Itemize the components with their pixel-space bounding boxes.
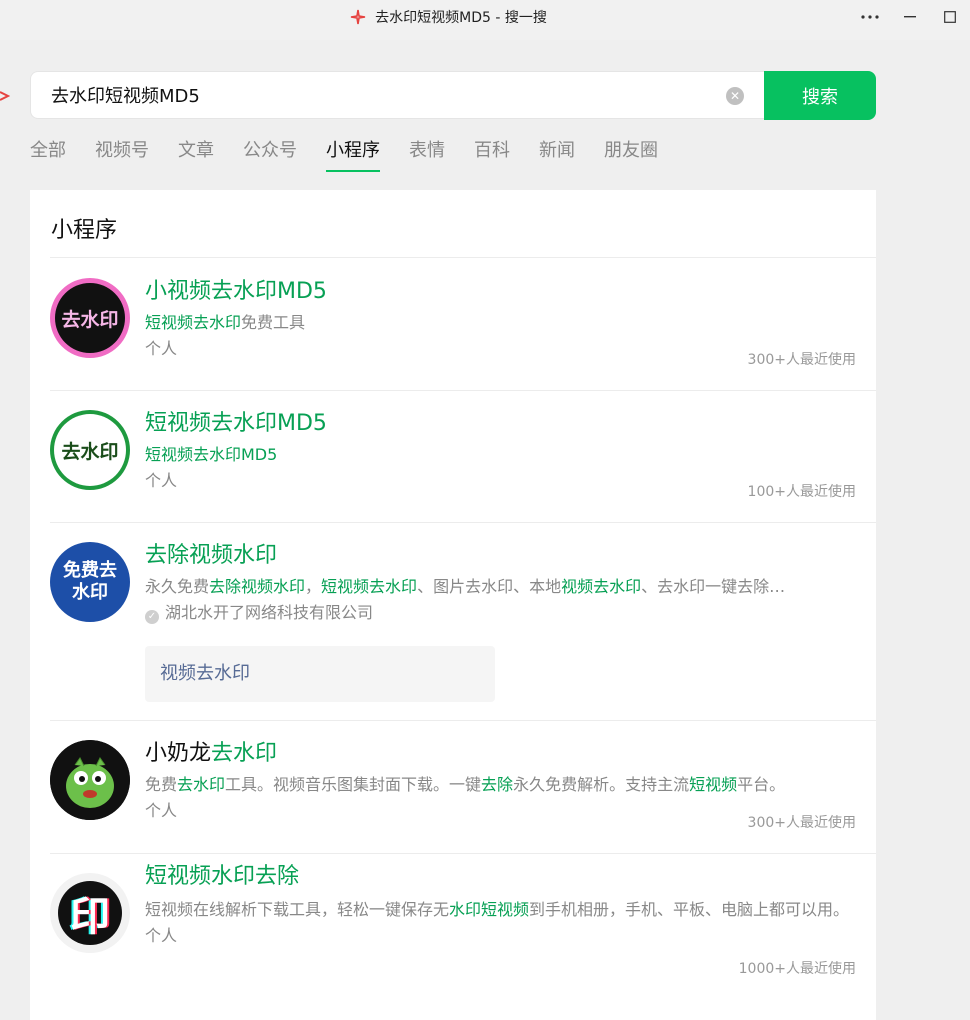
tab-channels[interactable]: 视频号 xyxy=(95,130,149,172)
section-title: 小程序 xyxy=(51,218,118,243)
title-highlight: 去除视频水印 xyxy=(145,543,278,568)
avatar: 印 xyxy=(50,873,130,953)
item-desc: 短视频去水印免费工具 xyxy=(145,310,856,336)
sub-service-link[interactable]: 视频去水印 xyxy=(145,646,495,702)
result-item[interactable]: 印 短视频水印去除 短视频在线解析下载工具，轻松一键保存无水印短视频到手机相册，… xyxy=(50,853,876,1013)
item-title: 小奶龙去水印 xyxy=(145,738,856,770)
avatar: 去水印 xyxy=(50,410,130,490)
title-highlight: 小视频去水印MD5 xyxy=(145,279,327,304)
desc-highlight: 视频去水印 xyxy=(561,577,642,596)
desc-text: 、去水印一键去除… xyxy=(641,577,786,596)
minimize-icon[interactable] xyxy=(890,0,930,34)
tab-mini-programs[interactable]: 小程序 xyxy=(326,130,380,172)
desc-highlight: 去除 xyxy=(481,775,514,794)
desc-highlight: 去水印 xyxy=(177,775,226,794)
tab-official-accounts[interactable]: 公众号 xyxy=(243,130,297,172)
maximize-icon[interactable] xyxy=(930,0,970,34)
desc-text: 免费 xyxy=(145,775,178,794)
desc-text: 工具。视频音乐图集封面下载。一键 xyxy=(225,775,482,794)
verified-icon: ✓ xyxy=(145,610,159,624)
clear-icon[interactable]: ✕ xyxy=(726,87,744,105)
desc-text: 到手机相册，手机、平板、电脑上都可以用。 xyxy=(529,900,850,919)
category-tabs: 全部 视频号 文章 公众号 小程序 表情 百科 新闻 朋友圈 xyxy=(30,130,687,174)
search-box: ✕ xyxy=(30,71,764,119)
sou-yi-sou-logo-icon xyxy=(349,8,367,26)
desc-text: 免费工具 xyxy=(241,313,306,332)
desc-text: ， xyxy=(305,577,322,596)
item-title: 去除视频水印 xyxy=(145,540,856,572)
tab-moments[interactable]: 朋友圈 xyxy=(604,130,658,172)
desc-text: 永久免费 xyxy=(145,577,210,596)
title-highlight: 短视频水印去除 xyxy=(145,864,300,889)
result-item[interactable]: 小奶龙去水印 免费去水印工具。视频音乐图集封面下载。一键去除永久免费解析。支持主… xyxy=(50,720,876,854)
desc-text: 、图片去水印、本地 xyxy=(417,577,562,596)
usage-count: 1000+人最近使用 xyxy=(738,961,856,977)
avatar xyxy=(50,740,130,820)
item-desc: 免费去水印工具。视频音乐图集封面下载。一键去除永久免费解析。支持主流短视频平台。 xyxy=(145,772,856,798)
desc-text: 永久免费解析。支持主流 xyxy=(513,775,690,794)
avatar-text: 印 xyxy=(70,894,110,940)
more-icon[interactable] xyxy=(850,0,890,34)
usage-count: 300+人最近使用 xyxy=(747,815,856,831)
item-meta: 个人 xyxy=(145,926,178,945)
avatar-text: 去水印 xyxy=(55,283,125,353)
usage-count: 300+人最近使用 xyxy=(747,352,856,368)
result-item[interactable]: 去水印 短视频去水印MD5 短视频去水印MD5 个人 100+人最近使用 xyxy=(50,390,876,523)
desc-highlight: 短视频去水印MD5 xyxy=(145,445,278,464)
tab-stickers[interactable]: 表情 xyxy=(409,130,445,172)
side-logo-fragment-icon xyxy=(0,86,11,106)
desc-highlight: 短视频去水印 xyxy=(321,577,418,596)
item-title: 小视频去水印MD5 xyxy=(145,276,856,308)
desc-text: 平台。 xyxy=(737,775,786,794)
search-button[interactable]: 搜索 xyxy=(764,71,876,120)
tab-encyclopedia[interactable]: 百科 xyxy=(474,130,510,172)
dragon-mascot-icon xyxy=(50,740,130,820)
item-meta: ✓ 湖北水开了网络科技有限公司 xyxy=(145,600,856,626)
avatar-text: 免费去水印 xyxy=(63,560,117,603)
avatar: 免费去水印 xyxy=(50,542,130,622)
usage-count: 100+人最近使用 xyxy=(747,484,856,500)
desc-highlight: 水印短视频 xyxy=(449,900,530,919)
item-desc: 短视频在线解析下载工具，轻松一键保存无水印短视频到手机相册，手机、平板、电脑上都… xyxy=(145,897,856,923)
desc-highlight: 短视频 xyxy=(689,775,738,794)
item-title: 短视频去水印MD5 xyxy=(145,408,856,440)
item-desc: 短视频去水印MD5 xyxy=(145,442,856,468)
desc-text: 短视频在线解析下载工具，轻松一键保存无 xyxy=(145,900,450,919)
item-title: 短视频水印去除 xyxy=(145,861,856,893)
title-bar: 去水印短视频MD5 - 搜一搜 xyxy=(0,0,970,40)
tab-articles[interactable]: 文章 xyxy=(178,130,214,172)
title-highlight: 短视频去水印MD5 xyxy=(145,411,327,436)
window-title: 去水印短视频MD5 - 搜一搜 xyxy=(0,0,896,34)
results-card: 小程序 去水印 小视频去水印MD5 短视频去水印免费工具 个人 300+人最近使… xyxy=(30,190,876,1020)
result-item[interactable]: 免费去水印 去除视频水印 永久免费去除视频水印，短视频去水印、图片去水印、本地视… xyxy=(50,522,876,721)
item-desc: 永久免费去除视频水印，短视频去水印、图片去水印、本地视频去水印、去水印一键去除… xyxy=(145,574,856,600)
title-text: 小奶龙 xyxy=(145,741,212,766)
avatar: 去水印 xyxy=(50,278,130,358)
tab-news[interactable]: 新闻 xyxy=(539,130,575,172)
title-highlight: 去水印 xyxy=(211,741,278,766)
desc-highlight: 去除视频水印 xyxy=(209,577,306,596)
tab-all[interactable]: 全部 xyxy=(30,130,66,172)
result-item[interactable]: 去水印 小视频去水印MD5 短视频去水印免费工具 个人 300+人最近使用 xyxy=(50,258,876,391)
company-name: 湖北水开了网络科技有限公司 xyxy=(165,603,374,622)
window-title-text: 去水印短视频MD5 - 搜一搜 xyxy=(375,10,547,26)
search-input[interactable] xyxy=(51,72,711,118)
desc-highlight: 短视频去水印 xyxy=(145,313,242,332)
avatar-text: 去水印 xyxy=(54,414,126,486)
